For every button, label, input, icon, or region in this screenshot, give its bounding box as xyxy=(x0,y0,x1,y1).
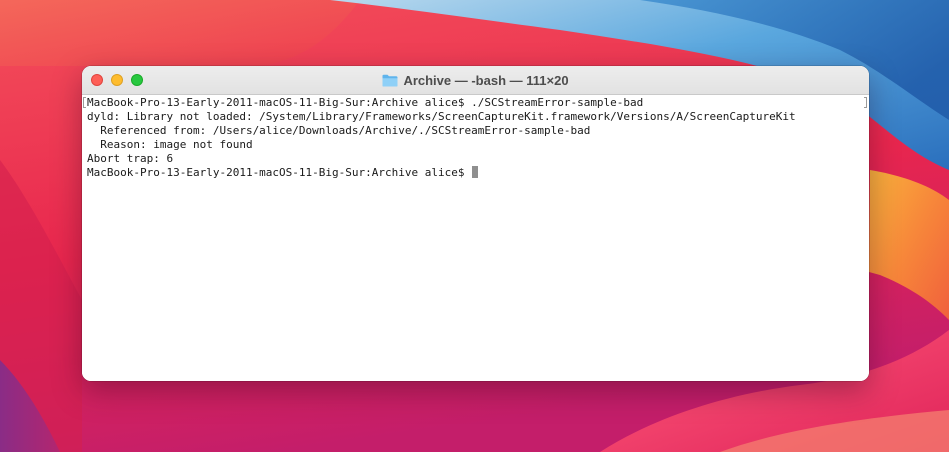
terminal-prompt-line[interactable]: MacBook-Pro-13-Early-2011-macOS-11-Big-S… xyxy=(87,166,479,180)
window-title: Archive — -bash — 111×20 xyxy=(403,72,569,88)
terminal-line: MacBook-Pro-13-Early-2011-macOS-11-Big-S… xyxy=(87,96,644,109)
scroll-marker-left xyxy=(83,97,86,108)
window-title-group: Archive — -bash — 111×20 xyxy=(82,66,869,94)
scroll-marker-right xyxy=(864,97,867,108)
terminal-window[interactable]: Archive — -bash — 111×20 MacBook-Pro-13-… xyxy=(82,66,869,381)
terminal-output-area[interactable]: MacBook-Pro-13-Early-2011-macOS-11-Big-S… xyxy=(82,95,869,381)
text-cursor xyxy=(472,166,479,178)
terminal-prompt: MacBook-Pro-13-Early-2011-macOS-11-Big-S… xyxy=(87,166,472,179)
terminal-line: Referenced from: /Users/alice/Downloads/… xyxy=(87,124,591,137)
terminal-line: dyld: Library not loaded: /System/Librar… xyxy=(87,110,796,123)
folder-icon xyxy=(382,74,398,86)
terminal-line: Abort trap: 6 xyxy=(87,152,174,165)
title-bar[interactable]: Archive — -bash — 111×20 xyxy=(82,66,869,95)
terminal-line: Reason: image not found xyxy=(87,138,253,151)
